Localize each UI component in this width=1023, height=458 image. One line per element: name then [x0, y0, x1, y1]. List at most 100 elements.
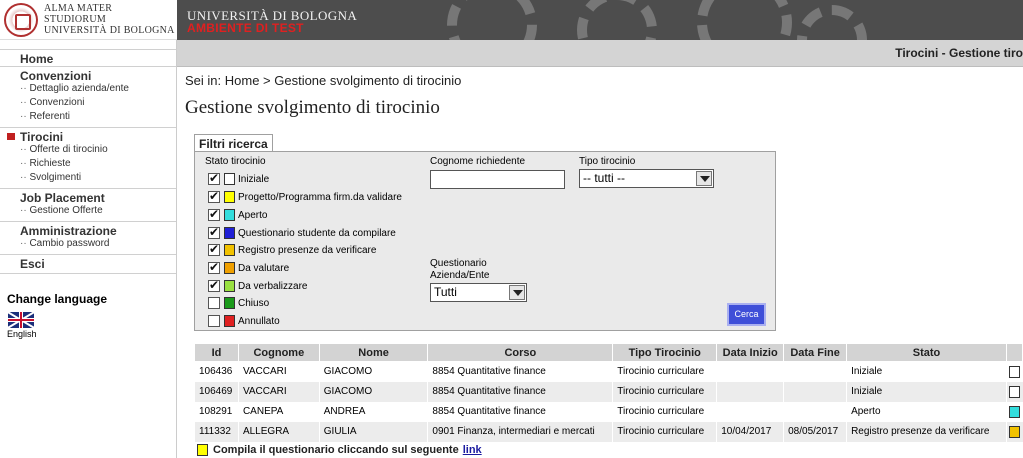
cell-corso: 0901 Finanza, intermediari e mercati — [427, 421, 613, 442]
cell-data-inizio: 10/04/2017 — [716, 421, 784, 442]
state-checkbox[interactable] — [208, 297, 220, 309]
state-label: Questionario studente da compilare — [238, 227, 396, 239]
state-checkbox[interactable] — [208, 278, 220, 292]
state-checkbox[interactable] — [208, 242, 220, 256]
sidebar-item-richieste[interactable]: Richieste — [0, 158, 176, 172]
column-header-cognome[interactable]: Cognome — [237, 343, 320, 362]
cell-status-color — [1005, 401, 1023, 422]
questionario-label-2: Azienda/Ente — [430, 270, 490, 281]
column-header-tipo[interactable]: Tipo Tirocinio — [612, 343, 718, 362]
sidebar-section-tirocini: Tirocini Offerte di tirocinio Richieste … — [0, 127, 176, 188]
state-filter-row: Aperto — [208, 207, 267, 223]
chevron-down-icon[interactable] — [696, 171, 712, 186]
column-header-data-fine[interactable]: Data Fine — [783, 343, 848, 362]
university-seal-icon — [4, 2, 38, 37]
questionario-label: Questionario — [430, 258, 487, 269]
state-checkbox[interactable] — [208, 225, 220, 239]
language-english-link[interactable]: English — [7, 329, 37, 339]
university-logo[interactable]: ALMA MATER STUDIORUM UNIVERSITÀ DI BOLOG… — [0, 0, 177, 40]
questionario-select[interactable]: Tutti — [430, 283, 527, 302]
sidebar-item-svolgimenti[interactable]: Svolgimenti — [0, 172, 176, 188]
tipo-label: Tipo tirocinio — [579, 156, 636, 167]
column-header-data-inizio[interactable]: Data Inizio — [716, 343, 785, 362]
gear-icon — [577, 0, 657, 40]
state-checkbox[interactable] — [208, 207, 220, 221]
state-checkbox[interactable] — [208, 189, 220, 203]
cell-status-color — [1005, 381, 1023, 402]
sidebar-heading-tirocini[interactable]: Tirocini — [0, 128, 176, 144]
cell-id: 111332 — [194, 421, 239, 442]
status-color-swatch — [1009, 365, 1021, 378]
sidebar-heading-amministrazione[interactable]: Amministrazione — [0, 222, 176, 238]
sidebar: Home Convenzioni Dettaglio azienda/ente … — [0, 40, 177, 458]
logo-line-2: UNIVERSITÀ DI BOLOGNA — [43, 25, 175, 36]
cell-cognome: VACCARI — [237, 381, 320, 402]
sidebar-item-cambio-password[interactable]: Cambio password — [0, 238, 176, 254]
cell-data-fine — [783, 381, 847, 402]
sidebar-item-gestione-offerte[interactable]: Gestione Offerte — [0, 205, 176, 221]
cell-data-fine — [783, 361, 847, 382]
cell-nome: GIACOMO — [318, 381, 428, 402]
state-checkbox[interactable] — [208, 260, 220, 274]
uk-flag-icon[interactable] — [8, 312, 34, 328]
chevron-down-icon[interactable] — [509, 285, 525, 300]
cell-status-color — [1005, 361, 1023, 382]
cell-stato: Registro presenze da verificare — [846, 421, 1007, 442]
table-row[interactable]: 106469 VACCARI GIACOMO 8854 Quantitative… — [194, 381, 1023, 402]
cerca-button[interactable]: Cerca — [727, 303, 766, 326]
logo-text: ALMA MATER STUDIORUM UNIVERSITÀ DI BOLOG… — [44, 3, 177, 36]
cell-corso: 8854 Quantitative finance — [427, 401, 613, 422]
state-color-swatch — [224, 244, 235, 256]
state-color-swatch — [224, 262, 235, 274]
cell-stato: Aperto — [846, 401, 1007, 422]
state-color-swatch — [224, 297, 235, 309]
questionnaire-note: Compila il questionario cliccando sul se… — [197, 444, 482, 456]
module-title-bar: Tirocini - Gestione tiro — [177, 40, 1023, 67]
column-header-id[interactable]: Id — [194, 343, 239, 362]
tipo-select[interactable]: -- tutti -- — [579, 169, 714, 188]
breadcrumb: Sei in: Home > Gestione svolgimento di t… — [185, 73, 462, 88]
cell-nome: ANDREA — [318, 401, 428, 422]
sidebar-item-referenti[interactable]: Referenti — [0, 111, 176, 127]
column-header-nome[interactable]: Nome — [318, 343, 429, 362]
column-header-stato[interactable]: Stato — [846, 343, 1007, 362]
sidebar-item-offerte-tirocinio[interactable]: Offerte di tirocinio — [0, 144, 176, 158]
cell-nome: GIULIA — [318, 421, 428, 442]
cell-data-fine: 08/05/2017 — [783, 421, 847, 442]
cell-tipo: Tirocinio curriculare — [612, 381, 717, 402]
sidebar-item-dettaglio-azienda[interactable]: Dettaglio azienda/ente — [0, 83, 176, 97]
cell-id: 108291 — [194, 401, 239, 422]
sidebar-item-esci[interactable]: Esci — [0, 255, 176, 273]
cell-data-inizio — [716, 361, 784, 382]
state-label: Da valutare — [238, 262, 290, 274]
table-header-row: Id Cognome Nome Corso Tipo Tirocinio Dat… — [194, 343, 1023, 362]
environment-label: AMBIENTE DI TEST — [187, 21, 304, 35]
cell-tipo: Tirocinio curriculare — [612, 401, 717, 422]
state-checkbox[interactable] — [208, 315, 220, 327]
cognome-input[interactable] — [430, 170, 565, 189]
sidebar-heading-convenzioni[interactable]: Convenzioni — [0, 67, 176, 83]
state-filter-row: Iniziale — [208, 171, 269, 187]
table-row[interactable]: 108291 CANEPA ANDREA 8854 Quantitative f… — [194, 401, 1023, 422]
table-row[interactable]: 111332 ALLEGRA GIULIA 0901 Finanza, inte… — [194, 421, 1023, 442]
status-color-swatch — [1009, 385, 1021, 398]
column-header-corso[interactable]: Corso — [427, 343, 614, 362]
sidebar-heading-job-placement[interactable]: Job Placement — [0, 189, 176, 205]
table-row[interactable]: 106436 VACCARI GIACOMO 8854 Quantitative… — [194, 361, 1023, 382]
state-filter-row: Registro presenze da verificare — [208, 242, 376, 258]
state-color-swatch — [224, 315, 235, 327]
cell-data-inizio — [716, 401, 784, 422]
cell-nome: GIACOMO — [318, 361, 428, 382]
state-checkbox[interactable] — [208, 171, 220, 185]
status-color-swatch — [1009, 405, 1021, 418]
state-label: Chiuso — [238, 297, 270, 309]
questionnaire-link[interactable]: link — [463, 444, 482, 456]
state-color-swatch — [224, 173, 235, 185]
sidebar-section-home: Home — [0, 49, 176, 66]
sidebar-item-home[interactable]: Home — [0, 50, 176, 66]
change-language-heading: Change language — [7, 292, 108, 306]
filter-tab[interactable]: Filtri ricerca — [194, 134, 273, 152]
sidebar-item-convenzioni[interactable]: Convenzioni — [0, 97, 176, 111]
state-label: Registro presenze da verificare — [238, 244, 377, 256]
active-section-marker-icon — [7, 133, 15, 140]
